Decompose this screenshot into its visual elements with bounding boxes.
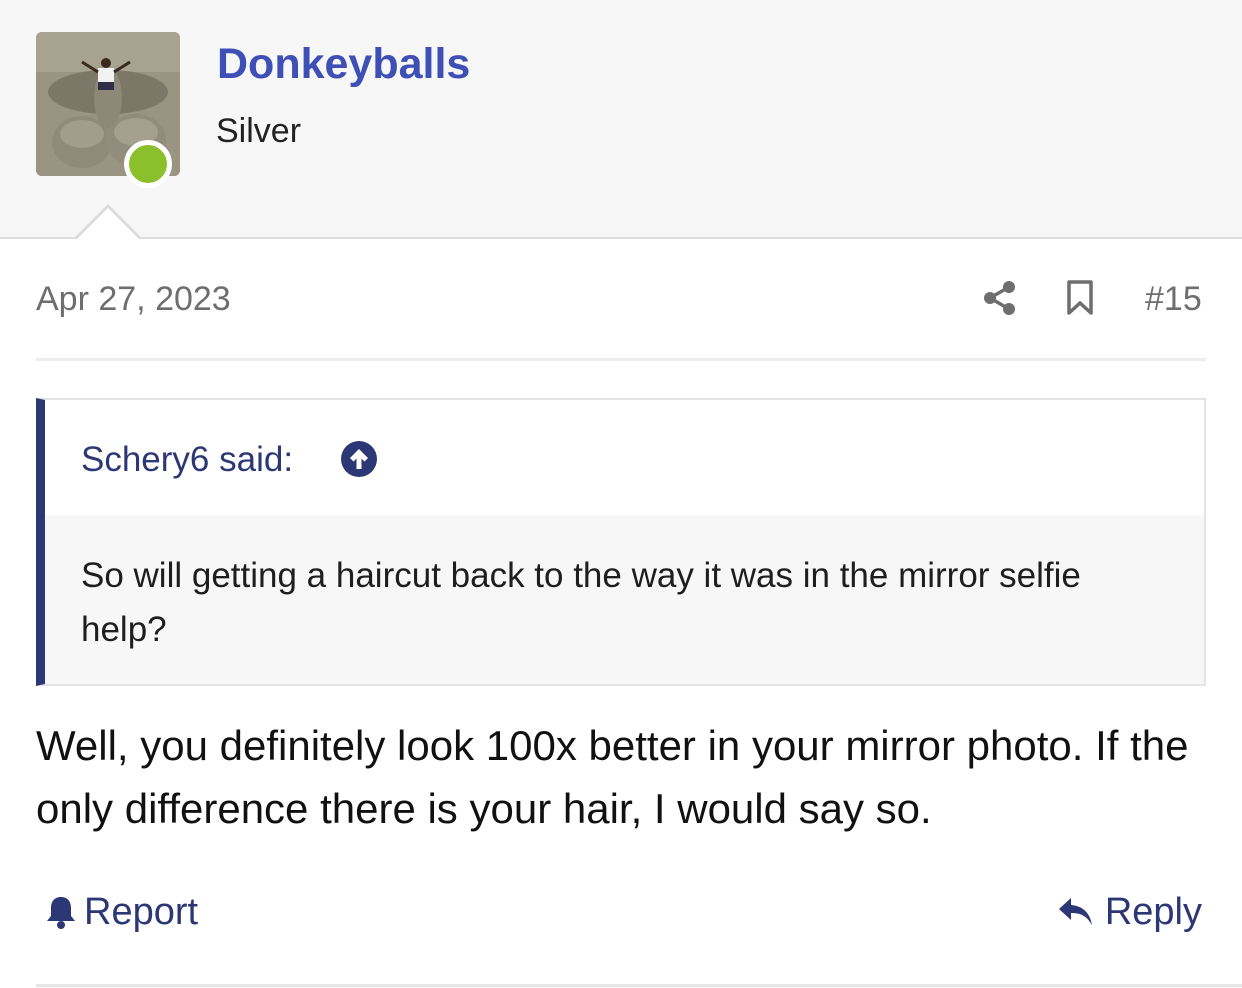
- quote-text: So will getting a haircut back to the wa…: [81, 556, 1081, 649]
- reply-label: Reply: [1104, 891, 1202, 933]
- quote-block: Schery6 said: So will getting a haircut …: [36, 398, 1206, 686]
- post-date[interactable]: Apr 27, 2023: [36, 278, 231, 320]
- meta-divider: [36, 358, 1206, 361]
- arrow-up-circle-icon[interactable]: [340, 440, 378, 483]
- forum-post: Donkeyballs Silver Apr 27, 2023 #15 Sche…: [0, 0, 1242, 988]
- reply-arrow-icon: [1058, 898, 1092, 925]
- header-pointer-inner: [77, 208, 139, 239]
- quote-author-link[interactable]: Schery6 said:: [81, 438, 293, 482]
- share-icon[interactable]: [982, 280, 1018, 321]
- quote-body: So will getting a haircut back to the wa…: [45, 515, 1204, 684]
- bell-icon: [47, 897, 75, 929]
- report-label: Report: [84, 891, 199, 933]
- user-header: Donkeyballs Silver: [0, 0, 1242, 239]
- bookmark-icon[interactable]: [1066, 280, 1094, 321]
- reply-button[interactable]: Reply: [1057, 888, 1202, 936]
- message-body: Well, you definitely look 100x better in…: [36, 722, 1189, 832]
- post-permalink-number[interactable]: #15: [1145, 278, 1202, 320]
- user-rank: Silver: [216, 112, 302, 150]
- post-bottom-divider: [36, 984, 1242, 987]
- username[interactable]: Donkeyballs: [217, 38, 470, 90]
- quote-header: Schery6 said:: [45, 400, 1204, 515]
- online-status-indicator: [124, 140, 172, 188]
- report-button[interactable]: Report: [44, 888, 198, 936]
